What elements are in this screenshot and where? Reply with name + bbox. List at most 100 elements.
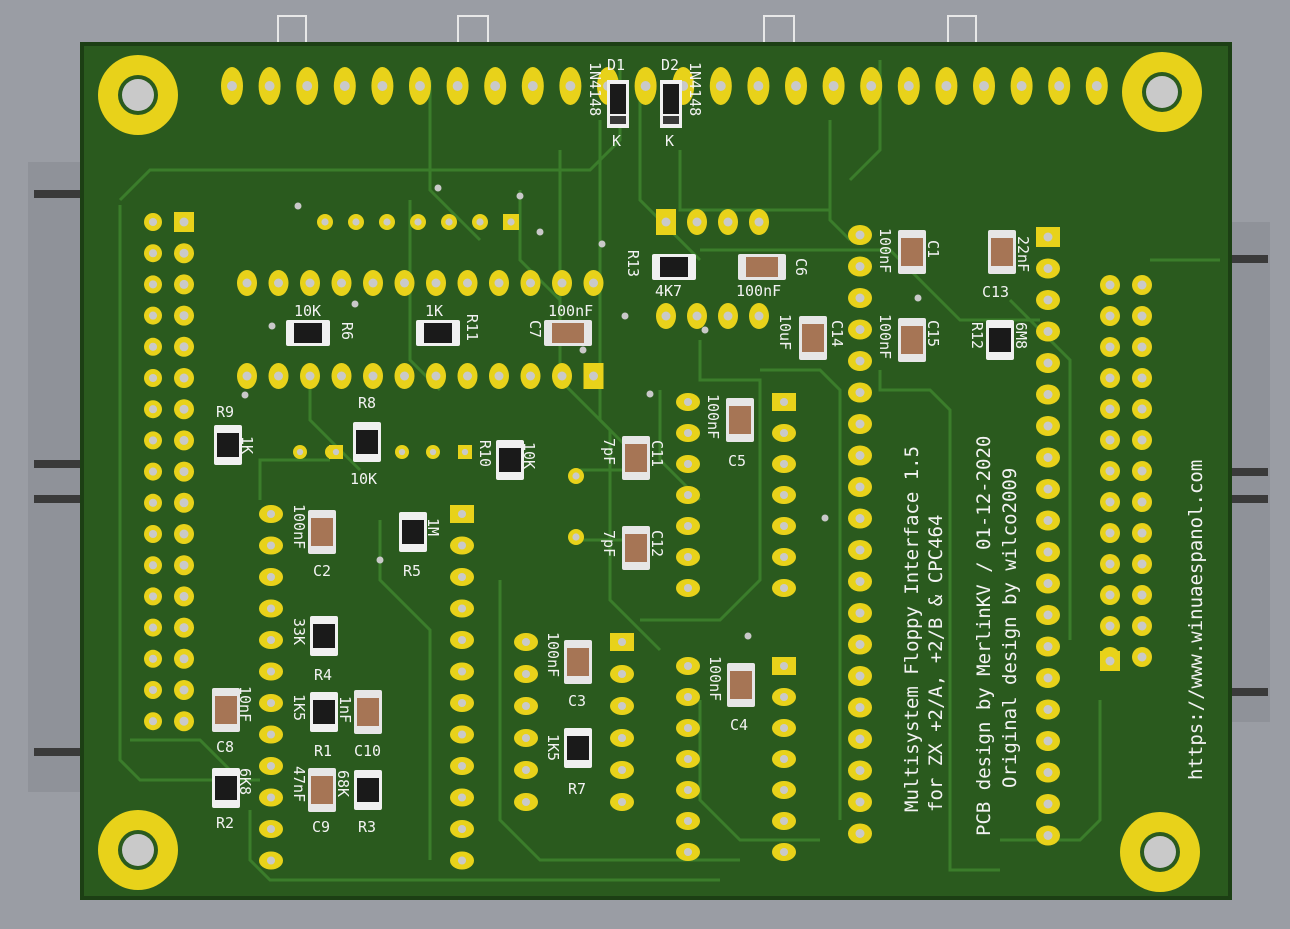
label-r3-value: 68K — [334, 770, 352, 797]
ic-pad — [426, 363, 446, 389]
header-pad — [1132, 523, 1152, 543]
label-d1-k: K — [612, 132, 621, 150]
label-r4: R4 — [314, 666, 332, 684]
capacitor-c10 — [354, 690, 382, 734]
ic-pad — [848, 571, 872, 592]
ic-pad — [394, 363, 415, 389]
label-c11: C11 — [648, 440, 666, 467]
ic-pad — [520, 270, 541, 296]
header-pad — [1100, 461, 1120, 481]
label-r6: R6 — [338, 322, 356, 340]
ic-pad — [1036, 353, 1060, 373]
xtal-pad — [568, 468, 584, 484]
header-pad — [1100, 306, 1120, 326]
ic-pad — [450, 662, 474, 681]
ic-pad — [450, 694, 474, 712]
header-pad — [144, 275, 162, 294]
label-r1-value: 1K5 — [290, 694, 308, 721]
header-pad — [174, 586, 194, 607]
resistor-r3 — [354, 770, 382, 810]
edge-pad — [446, 67, 469, 105]
title-line-1: Multisystem Floppy Interface 1.5 — [901, 446, 923, 812]
ic-pad — [1036, 447, 1060, 468]
ic-pad — [676, 812, 700, 830]
ic-pad — [1036, 573, 1060, 594]
header-pad — [144, 337, 162, 356]
ic-pad — [848, 603, 872, 623]
ic-pad — [676, 455, 700, 473]
ic-pad — [300, 363, 320, 389]
ic-pad — [259, 757, 283, 775]
ic-pad — [514, 633, 538, 651]
ic-pad — [259, 725, 283, 744]
label-c2-value: 100nF — [290, 504, 308, 549]
via — [268, 322, 276, 330]
ic-pad — [610, 761, 634, 779]
ic-pad — [848, 382, 872, 403]
ic-pad — [450, 599, 474, 618]
ic-pad — [676, 750, 700, 768]
ic-pad — [848, 540, 872, 560]
edge-pad — [559, 67, 582, 105]
ic-pad — [676, 657, 700, 675]
ic-pad — [676, 424, 700, 442]
ic-pad — [676, 843, 700, 861]
header-pad — [1132, 492, 1152, 512]
ic-pad — [772, 843, 796, 861]
header-pad — [174, 212, 194, 232]
label-r2: R2 — [216, 814, 234, 832]
resistor-r7 — [564, 728, 592, 768]
header-pad — [174, 243, 194, 264]
header-pad — [174, 368, 194, 388]
label-r8-value: 10K — [350, 470, 377, 488]
ic-pad — [1036, 384, 1060, 405]
via — [701, 326, 709, 334]
ic-pad — [300, 270, 320, 296]
title-line-2: for ZX +2/A, +2/B & CPC464 — [925, 515, 947, 812]
edge-pad — [747, 67, 770, 105]
label-c12-value: 7pF — [600, 530, 618, 557]
ic-pad — [772, 393, 796, 411]
edge-pad — [221, 67, 243, 105]
header-pad — [1132, 585, 1152, 605]
ic-pad — [848, 319, 872, 340]
capacitor-c12 — [622, 526, 650, 570]
via — [241, 391, 249, 399]
edge-pad — [409, 67, 431, 105]
edge-pad — [973, 67, 995, 105]
header-pad — [1100, 616, 1120, 636]
label-r5: R5 — [403, 562, 421, 580]
ic-pad — [514, 761, 538, 779]
capacitor-c5 — [726, 398, 754, 442]
capacitor-c8 — [212, 688, 240, 732]
ic-pad — [1036, 794, 1060, 814]
header-pad — [174, 305, 194, 326]
ic-pad — [363, 363, 383, 389]
header-pad — [174, 524, 194, 544]
ic-pad — [848, 256, 872, 277]
via — [351, 300, 359, 308]
header-pad — [144, 306, 162, 325]
ic-pad — [552, 270, 572, 296]
label-r7: R7 — [568, 780, 586, 798]
header-pad — [1100, 651, 1120, 671]
edge-pad — [371, 67, 394, 105]
label-c1: C1 — [924, 240, 942, 258]
header-pad — [174, 711, 194, 732]
ic-pad — [610, 729, 634, 747]
osc-pad — [687, 303, 707, 329]
ic-pad — [520, 363, 541, 389]
ic-pad — [331, 270, 352, 296]
pcb-render-view: D1 D2 1N4148 1N4148 K K R13 4K7 C6 100nF… — [28, 15, 1270, 900]
header-pad — [174, 399, 194, 420]
ic-pad — [472, 214, 488, 230]
header-pad — [1100, 554, 1120, 574]
via — [516, 192, 524, 200]
header-pad — [1100, 523, 1120, 543]
ic-pad — [450, 757, 474, 775]
osc-pad — [656, 209, 676, 235]
ic-pad — [1036, 290, 1060, 310]
label-c7: C7 — [526, 320, 544, 338]
mounting-hole-bottom-left — [98, 810, 178, 890]
via — [744, 632, 752, 640]
